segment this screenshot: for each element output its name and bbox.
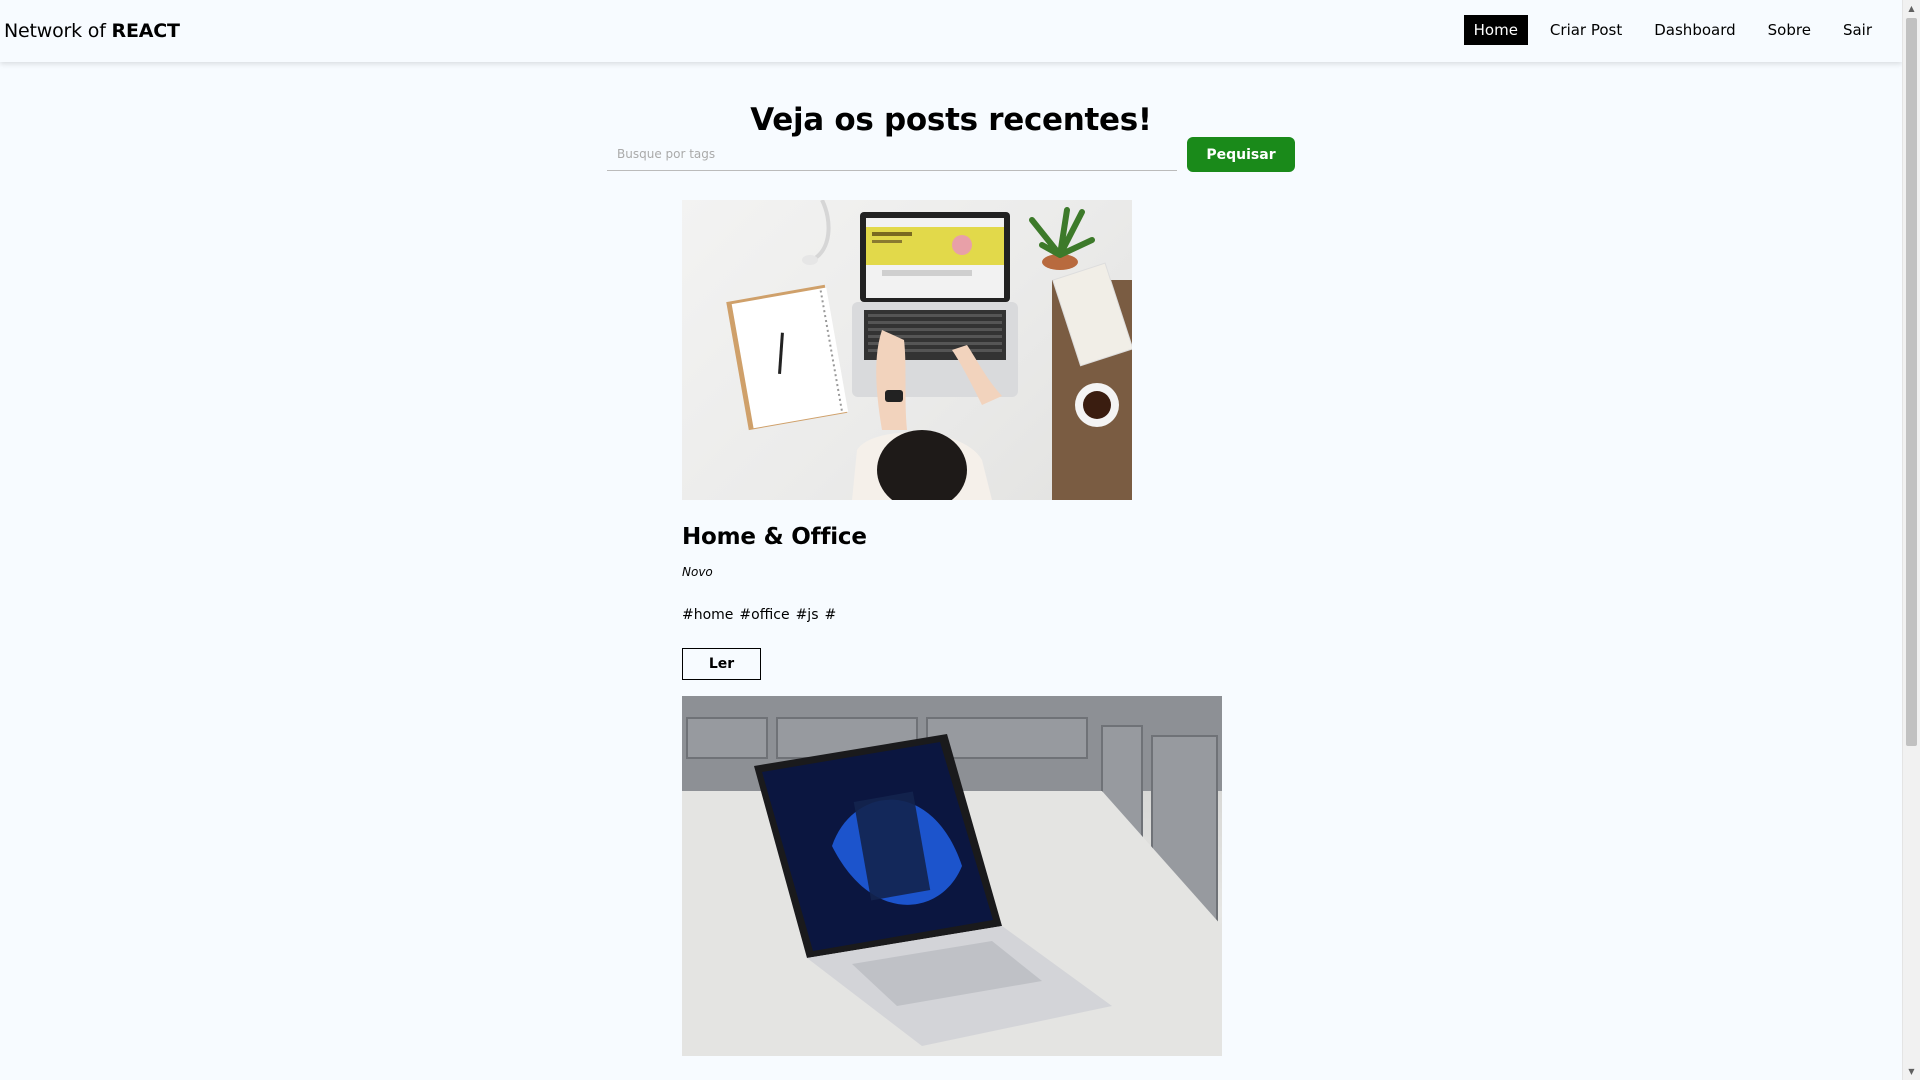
read-post-button[interactable]: Ler (682, 648, 761, 680)
search-form: Pequisar (607, 137, 1295, 173)
scroll-up-icon[interactable]: ▲ (1903, 0, 1920, 17)
nav-link-dashboard[interactable]: Dashboard (1644, 15, 1745, 45)
browser-viewport: Network of REACT Home Criar Post Dashboa… (0, 0, 1920, 1080)
post-tags: #home #office #js # (682, 606, 1132, 624)
laptop-photo-illustration (682, 696, 1222, 1056)
scroll-down-icon[interactable]: ▼ (1903, 1063, 1920, 1080)
brand-logo[interactable]: Network of REACT (4, 18, 180, 44)
post-title: Home & Office (682, 524, 867, 550)
vertical-scrollbar[interactable]: ▲ ▼ (1902, 0, 1920, 1080)
post-tag: #js (795, 607, 819, 623)
office-photo-illustration (726, 200, 1132, 500)
post-tag: #office (739, 607, 790, 623)
search-button[interactable]: Pequisar (1187, 137, 1295, 172)
nav-link-criar-post[interactable]: Criar Post (1540, 15, 1632, 45)
brand-prefix: Network of (4, 20, 112, 42)
nav-link-sobre[interactable]: Sobre (1758, 15, 1821, 45)
search-input[interactable] (607, 137, 1177, 171)
navbar: Network of REACT Home Criar Post Dashboa… (0, 0, 1902, 62)
post-card: Home & Office Novo #home #office #js # L… (682, 200, 1132, 680)
nav-link-sair[interactable]: Sair (1833, 15, 1882, 45)
post-image-office (682, 200, 1132, 500)
scroll-thumb[interactable] (1906, 18, 1917, 746)
post-author: Novo (682, 565, 713, 579)
page-title: Veja os posts recentes! (750, 101, 1152, 138)
nav-links: Home Criar Post Dashboard Sobre Sair (1452, 15, 1882, 45)
post-tag: # (824, 607, 837, 623)
post-image-laptop (682, 696, 1222, 1056)
post-tag: #home (682, 607, 734, 623)
page-content: Network of REACT Home Criar Post Dashboa… (0, 0, 1902, 1080)
nav-link-home[interactable]: Home (1463, 15, 1528, 45)
brand-strong: REACT (111, 20, 180, 42)
post-card (682, 696, 1222, 1056)
